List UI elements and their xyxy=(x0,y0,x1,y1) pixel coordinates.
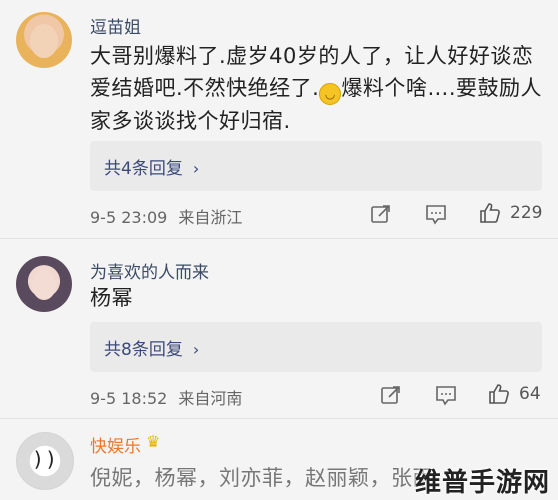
share-icon[interactable] xyxy=(370,203,392,225)
comment-text: 倪妮，杨幂，刘亦菲，赵丽颖，张雨绮 xyxy=(90,466,430,490)
comment-text: 杨幂 xyxy=(90,286,133,310)
reply-box: 共4条回复 › xyxy=(90,141,542,191)
comment-item: 为喜欢的人而来 杨幂 共8条回复 › 9-5 18:52 来自河南 64 xyxy=(0,238,558,418)
share-icon[interactable] xyxy=(380,384,402,406)
avatar-text: )) xyxy=(31,447,59,471)
avatar[interactable] xyxy=(16,12,72,68)
username[interactable]: 快娱乐 xyxy=(90,432,141,457)
comment-meta: 9-5 23:09 来自浙江 xyxy=(90,204,242,228)
avatar-face xyxy=(30,24,58,58)
comment-icon[interactable] xyxy=(425,203,447,225)
thumbs-up-icon[interactable] xyxy=(487,382,511,406)
timestamp: 9-5 23:09 xyxy=(90,208,168,227)
avatar[interactable] xyxy=(16,256,72,312)
replies-label: 共8条回复 xyxy=(104,340,183,360)
location: 来自浙江 xyxy=(178,208,243,227)
chevron-right-icon: › xyxy=(192,159,200,178)
replies-label: 共4条回复 xyxy=(104,159,183,179)
view-replies-link[interactable]: 共8条回复 › xyxy=(104,335,199,360)
avatar-face xyxy=(32,270,56,300)
crown-icon: ♛ xyxy=(146,432,161,451)
watermark: 维普手游网 xyxy=(414,468,550,498)
comment-meta: 9-5 18:52 来自河南 xyxy=(90,385,242,409)
thumbs-up-icon[interactable] xyxy=(478,201,502,225)
reply-box: 共8条回复 › xyxy=(90,322,542,372)
like-count: 229 xyxy=(510,203,543,223)
chevron-right-icon: › xyxy=(192,340,200,359)
comment-icon[interactable] xyxy=(435,384,457,406)
view-replies-link[interactable]: 共4条回复 › xyxy=(104,154,199,179)
username[interactable]: 逗苗姐 xyxy=(90,13,141,38)
avatar[interactable]: )) xyxy=(16,432,74,490)
timestamp: 9-5 18:52 xyxy=(90,389,168,408)
comment-item: 逗苗姐 大哥别爆料了.虚岁40岁的人了，让人好好谈恋爱结婚吧.不然快绝经了. ◡ 爆… xyxy=(0,0,558,235)
comment-text: 大哥别爆料了.虚岁40岁的人了，让人好好谈恋爱结婚吧.不然快绝经了. ◡ 爆料个啥…… xyxy=(90,40,545,137)
like-count: 64 xyxy=(519,384,541,404)
username[interactable]: 为喜欢的人而来 xyxy=(90,258,209,283)
laugh-emoji-icon: ◡ xyxy=(319,83,342,105)
location: 来自河南 xyxy=(178,389,243,408)
